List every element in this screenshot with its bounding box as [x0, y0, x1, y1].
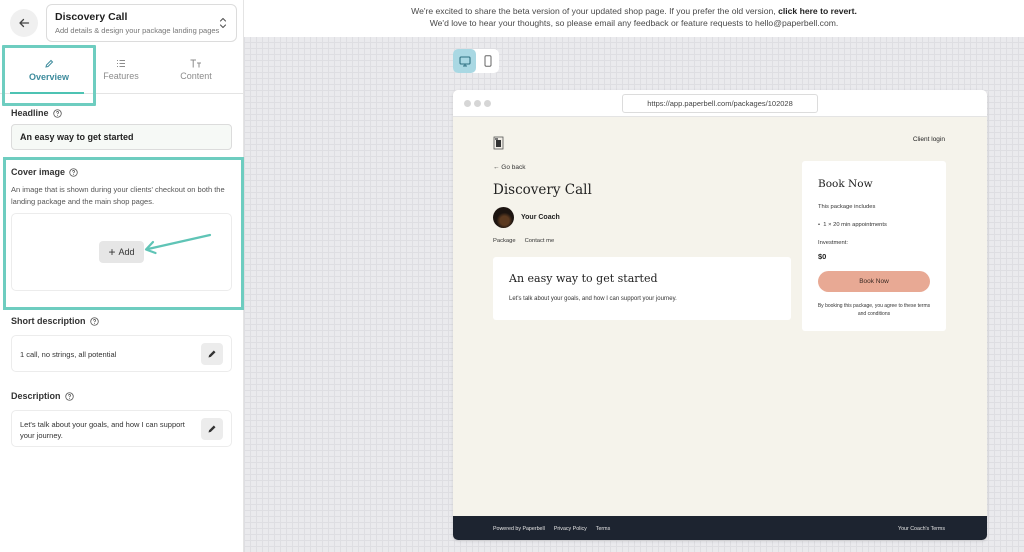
add-button-label: Add — [118, 247, 135, 257]
revert-link[interactable]: click here to revert. — [778, 6, 857, 16]
preview-footer: Powered by Paperbell Privacy Policy Term… — [453, 516, 987, 540]
book-now-button[interactable]: Book Now — [818, 271, 930, 292]
package-selector[interactable]: Discovery Call Add details & design your… — [46, 4, 237, 42]
edit-description-button[interactable] — [201, 418, 223, 440]
preview-description: Let's talk about your goals, and how I c… — [509, 296, 677, 302]
tab-overview[interactable]: Overview — [2, 46, 96, 94]
mobile-icon — [484, 55, 491, 67]
window-dot — [464, 100, 471, 107]
tab-content[interactable]: Content — [158, 46, 234, 94]
cover-image-label: Cover image — [11, 167, 78, 177]
plus-icon: + — [108, 245, 116, 259]
headline-label-text: Headline — [11, 108, 49, 118]
preview-package-title: Discovery Call — [493, 182, 592, 198]
help-icon[interactable] — [89, 316, 99, 326]
window-dot — [474, 100, 481, 107]
shop-logo-icon — [493, 136, 504, 150]
description-text: Let's talk about your goals, and how I c… — [20, 420, 185, 440]
headline-card: An easy way to get started Let's talk ab… — [493, 257, 791, 320]
desktop-icon — [458, 55, 471, 67]
cover-image-description: An image that is shown during your clien… — [11, 185, 225, 206]
pencil-icon — [208, 350, 216, 358]
window-dot — [484, 100, 491, 107]
headline-label: Headline — [11, 108, 62, 118]
help-icon[interactable] — [64, 391, 74, 401]
privacy-policy-link[interactable]: Privacy Policy — [554, 526, 587, 532]
browser-preview: https://app.paperbell.com/packages/10202… — [453, 90, 987, 540]
nav-link-contact[interactable]: Contact me — [525, 238, 555, 244]
banner-text: We're excited to share the beta version … — [411, 6, 776, 16]
banner-line-1: We're excited to share the beta version … — [244, 5, 1024, 17]
powered-by-link[interactable]: Powered by Paperbell — [493, 526, 545, 532]
arrow-left-icon — [19, 18, 30, 28]
short-description-label-text: Short description — [11, 316, 86, 326]
list-icon — [117, 60, 125, 67]
help-icon[interactable] — [69, 167, 78, 177]
mobile-view-button[interactable] — [476, 49, 499, 73]
include-item-text: 1 × 20 min appointments — [823, 222, 887, 228]
short-description-label: Short description — [11, 316, 99, 326]
terms-link[interactable]: Terms — [596, 526, 610, 532]
book-card-title: Book Now — [818, 178, 873, 190]
package-includes-label: This package includes — [818, 204, 876, 210]
chevron-up-down-icon — [219, 17, 227, 29]
footer-links: Powered by Paperbell Privacy Policy Term… — [493, 526, 610, 532]
tab-content-label: Content — [180, 71, 212, 81]
revert-link-text: click here to revert — [778, 6, 855, 16]
banner-line-2: We'd love to hear your thoughts, so plea… — [429, 18, 839, 28]
browser-toolbar: https://app.paperbell.com/packages/10202… — [453, 90, 987, 117]
tab-features-label: Features — [103, 71, 139, 81]
description-field[interactable]: Let's talk about your goals, and how I c… — [11, 410, 232, 447]
short-description-field[interactable]: 1 call, no strings, all potential — [11, 335, 232, 372]
desktop-view-button[interactable] — [453, 49, 476, 73]
investment-label: Investment: — [818, 240, 848, 246]
coach-info: Your Coach — [493, 207, 560, 228]
client-login-link[interactable]: Client login — [913, 136, 945, 143]
editor-tabs: Overview Features Content — [0, 46, 244, 94]
back-button[interactable] — [10, 9, 38, 37]
go-back-link[interactable]: ← Go back — [493, 164, 526, 171]
text-format-icon — [190, 59, 201, 68]
package-subtitle: Add details & design your package landin… — [55, 26, 220, 35]
add-cover-image-button[interactable]: + Add — [99, 241, 144, 263]
preview-nav-links: Package Contact me — [493, 238, 554, 244]
coach-name: Your Coach — [521, 214, 560, 221]
help-icon[interactable] — [52, 108, 62, 118]
nav-link-package[interactable]: Package — [493, 238, 516, 244]
tab-features[interactable]: Features — [85, 46, 157, 94]
book-now-card: Book Now This package includes • 1 × 20 … — [802, 161, 946, 331]
terms-note: By booking this package, you agree to th… — [817, 303, 931, 317]
headline-input[interactable] — [11, 124, 232, 150]
pencil-icon — [208, 425, 216, 433]
edit-short-description-button[interactable] — [201, 343, 223, 365]
package-title: Discovery Call — [55, 11, 128, 23]
tab-overview-label: Overview — [28, 71, 70, 82]
device-toggle — [453, 49, 499, 73]
pencil-icon — [45, 59, 54, 68]
description-label: Description — [11, 391, 74, 401]
cover-image-label-text: Cover image — [11, 167, 66, 177]
preview-headline: An easy way to get started — [509, 272, 658, 285]
price: $0 — [818, 252, 827, 261]
coach-terms-link[interactable]: Your Coach's Terms — [898, 526, 945, 532]
editor-sidebar: Discovery Call Add details & design your… — [0, 0, 244, 552]
url-bar[interactable]: https://app.paperbell.com/packages/10202… — [622, 94, 818, 113]
avatar — [493, 207, 514, 228]
short-description-text: 1 call, no strings, all potential — [20, 350, 117, 359]
package-include-item: • 1 × 20 min appointments — [818, 222, 887, 228]
description-label-text: Description — [11, 391, 61, 401]
arrow-annotation-icon — [144, 233, 212, 255]
beta-banner: We're excited to share the beta version … — [244, 0, 1024, 37]
